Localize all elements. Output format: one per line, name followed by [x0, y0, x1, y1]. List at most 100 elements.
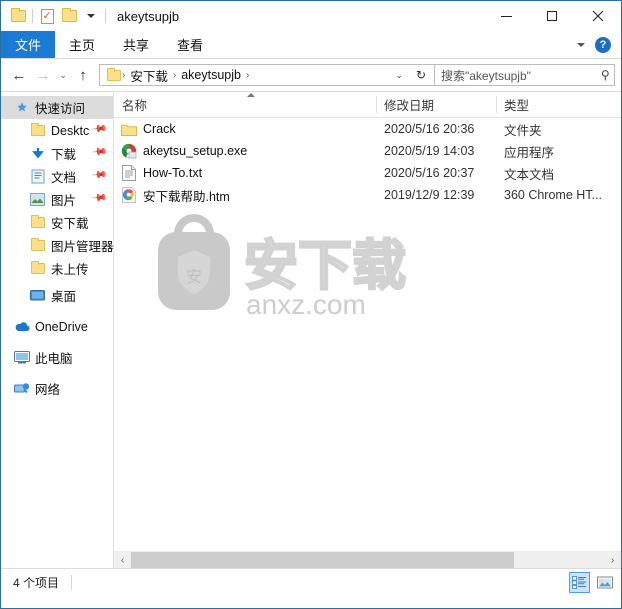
file-name-cell[interactable]: How-To.txt	[114, 165, 376, 182]
refresh-icon[interactable]: ↻	[410, 68, 432, 82]
sidebar-item-desktop-pinned[interactable]: Desktc 📌	[1, 119, 113, 142]
maximize-button[interactable]	[529, 1, 575, 31]
folder-icon	[29, 123, 46, 139]
recent-locations-dropdown-icon[interactable]: ⌄	[55, 62, 71, 88]
explorer-body: 快速访问 Desktc 📌 下载 📌 文档 📌 图片 📌 安下载 图片管理器 未…	[1, 91, 621, 568]
pin-icon: 📌	[90, 167, 108, 184]
sidebar-item-label: 图片	[51, 194, 77, 208]
up-button[interactable]: ↑	[71, 62, 95, 88]
new-folder-icon[interactable]	[58, 5, 80, 27]
file-list-pane: 名称 修改日期 类型 Crack 2020/5/16 20:36 文件夹 ake…	[114, 92, 621, 568]
desktop-icon	[29, 288, 46, 304]
sidebar-item-this-pc[interactable]: 此电脑	[1, 346, 113, 369]
search-input[interactable]: 搜索"akeytsupjb"	[441, 67, 601, 84]
status-divider	[71, 575, 73, 590]
horizontal-scrollbar[interactable]: ‹ ›	[114, 551, 621, 568]
file-name-text: How-To.txt	[143, 166, 203, 180]
sidebar-item-label: 图片管理器	[51, 240, 113, 254]
close-button[interactable]	[575, 1, 621, 31]
sidebar-item-not-uploaded[interactable]: 未上传	[1, 257, 113, 280]
pin-icon: 📌	[90, 190, 108, 207]
file-date-cell: 2020/5/16 20:37	[384, 166, 475, 180]
breadcrumb-separator-2[interactable]: ›	[245, 70, 250, 81]
help-icon[interactable]: ?	[595, 37, 611, 53]
folder-icon	[29, 261, 46, 277]
table-row[interactable]: How-To.txt 2020/5/16 20:37 文本文档	[114, 162, 621, 184]
sidebar-item-documents[interactable]: 文档 📌	[1, 165, 113, 188]
folder-properties-icon[interactable]	[7, 5, 29, 27]
sidebar-item-anxiazai[interactable]: 安下载	[1, 211, 113, 234]
sidebar-item-label: 此电脑	[35, 352, 73, 366]
pictures-icon	[29, 192, 46, 208]
file-name-text: Crack	[143, 122, 176, 136]
qat-divider-2	[105, 9, 106, 23]
file-name-cell[interactable]: Crack	[114, 121, 376, 138]
breadcrumb-item-0[interactable]: 安下载	[126, 66, 172, 85]
table-row[interactable]: 安下载帮助.htm 2019/12/9 12:39 360 Chrome HT.…	[114, 184, 621, 206]
column-headers: 名称 修改日期 类型	[114, 92, 621, 118]
sidebar-item-label: 文档	[51, 171, 77, 185]
file-name-text: akeytsu_setup.exe	[143, 144, 248, 158]
back-button[interactable]: ←	[7, 62, 31, 88]
sidebar-item-pictures[interactable]: 图片 📌	[1, 188, 113, 211]
file-list: Crack 2020/5/16 20:36 文件夹 akeytsu_setup.…	[114, 118, 621, 206]
folder-icon	[29, 238, 46, 254]
folder-icon	[29, 215, 46, 231]
properties-icon[interactable]	[36, 5, 58, 27]
file-date-cell: 2019/12/9 12:39	[384, 188, 475, 202]
address-history-dropdown-icon[interactable]: ⌄	[388, 70, 410, 81]
onedrive-icon	[13, 319, 30, 335]
customize-qat-dropdown-icon[interactable]	[80, 5, 102, 27]
download-icon	[29, 146, 46, 162]
star-pin-icon	[13, 100, 30, 116]
address-bar[interactable]: › 安下载 › akeytsupjb › ⌄ ↻	[99, 64, 435, 86]
scroll-right-button[interactable]: ›	[604, 551, 621, 568]
collapse-ribbon-icon[interactable]	[577, 43, 585, 47]
file-type-cell: 360 Chrome HT...	[504, 188, 602, 202]
network-icon	[13, 381, 30, 397]
column-header-type[interactable]: 类型	[496, 92, 621, 118]
minimize-button[interactable]	[483, 1, 529, 31]
scroll-left-button[interactable]: ‹	[114, 551, 131, 568]
sidebar-item-label: Desktc	[51, 123, 90, 138]
sidebar-item-label: 桌面	[51, 290, 77, 304]
column-header-date[interactable]: 修改日期	[376, 92, 496, 118]
breadcrumb-item-1[interactable]: akeytsupjb	[177, 68, 245, 82]
sidebar-item-label: OneDrive	[35, 319, 88, 334]
documents-icon	[29, 169, 46, 185]
sidebar-item-network[interactable]: 网络	[1, 377, 113, 400]
tab-share[interactable]: 共享	[109, 31, 163, 58]
tab-home[interactable]: 主页	[55, 31, 109, 58]
view-mode-buttons	[569, 572, 615, 593]
pin-icon: 📌	[90, 121, 108, 138]
folder-icon	[120, 121, 138, 138]
sidebar-item-onedrive[interactable]: OneDrive	[1, 315, 113, 338]
forward-button[interactable]: →	[31, 62, 55, 88]
sidebar-item-quick-access[interactable]: 快速访问	[1, 96, 113, 119]
details-view-button[interactable]	[569, 572, 590, 593]
large-icons-view-button[interactable]	[594, 572, 615, 593]
tab-file[interactable]: 文件	[1, 31, 56, 58]
column-header-name[interactable]: 名称	[114, 92, 376, 118]
qat-divider-1	[32, 9, 33, 23]
file-date-cell: 2020/5/16 20:36	[384, 122, 475, 136]
sidebar-item-downloads[interactable]: 下载 📌	[1, 142, 113, 165]
file-name-cell[interactable]: 安下载帮助.htm	[114, 186, 376, 205]
sidebar-item-picture-manager[interactable]: 图片管理器	[1, 234, 113, 257]
file-type-cell: 应用程序	[504, 145, 555, 160]
watermark-brand-text: 安下载	[244, 234, 406, 297]
search-icon: ⚲	[601, 68, 610, 82]
file-date-cell: 2020/5/19 14:03	[384, 144, 475, 158]
scrollbar-track[interactable]	[131, 551, 604, 568]
text-document-icon	[120, 165, 138, 182]
ribbon-tabs: 文件 主页 共享 查看 ?	[1, 31, 621, 59]
table-row[interactable]: Crack 2020/5/16 20:36 文件夹	[114, 118, 621, 140]
quick-access-toolbar	[7, 5, 109, 27]
sidebar-item-desktop[interactable]: 桌面	[1, 284, 113, 307]
scrollbar-thumb[interactable]	[131, 551, 515, 568]
tab-view[interactable]: 查看	[163, 31, 217, 58]
table-row[interactable]: akeytsu_setup.exe 2020/5/19 14:03 应用程序	[114, 140, 621, 162]
file-name-cell[interactable]: akeytsu_setup.exe	[114, 143, 376, 160]
search-box[interactable]: 搜索"akeytsupjb" ⚲	[435, 64, 615, 86]
window-title: akeytsupjb	[117, 8, 180, 24]
